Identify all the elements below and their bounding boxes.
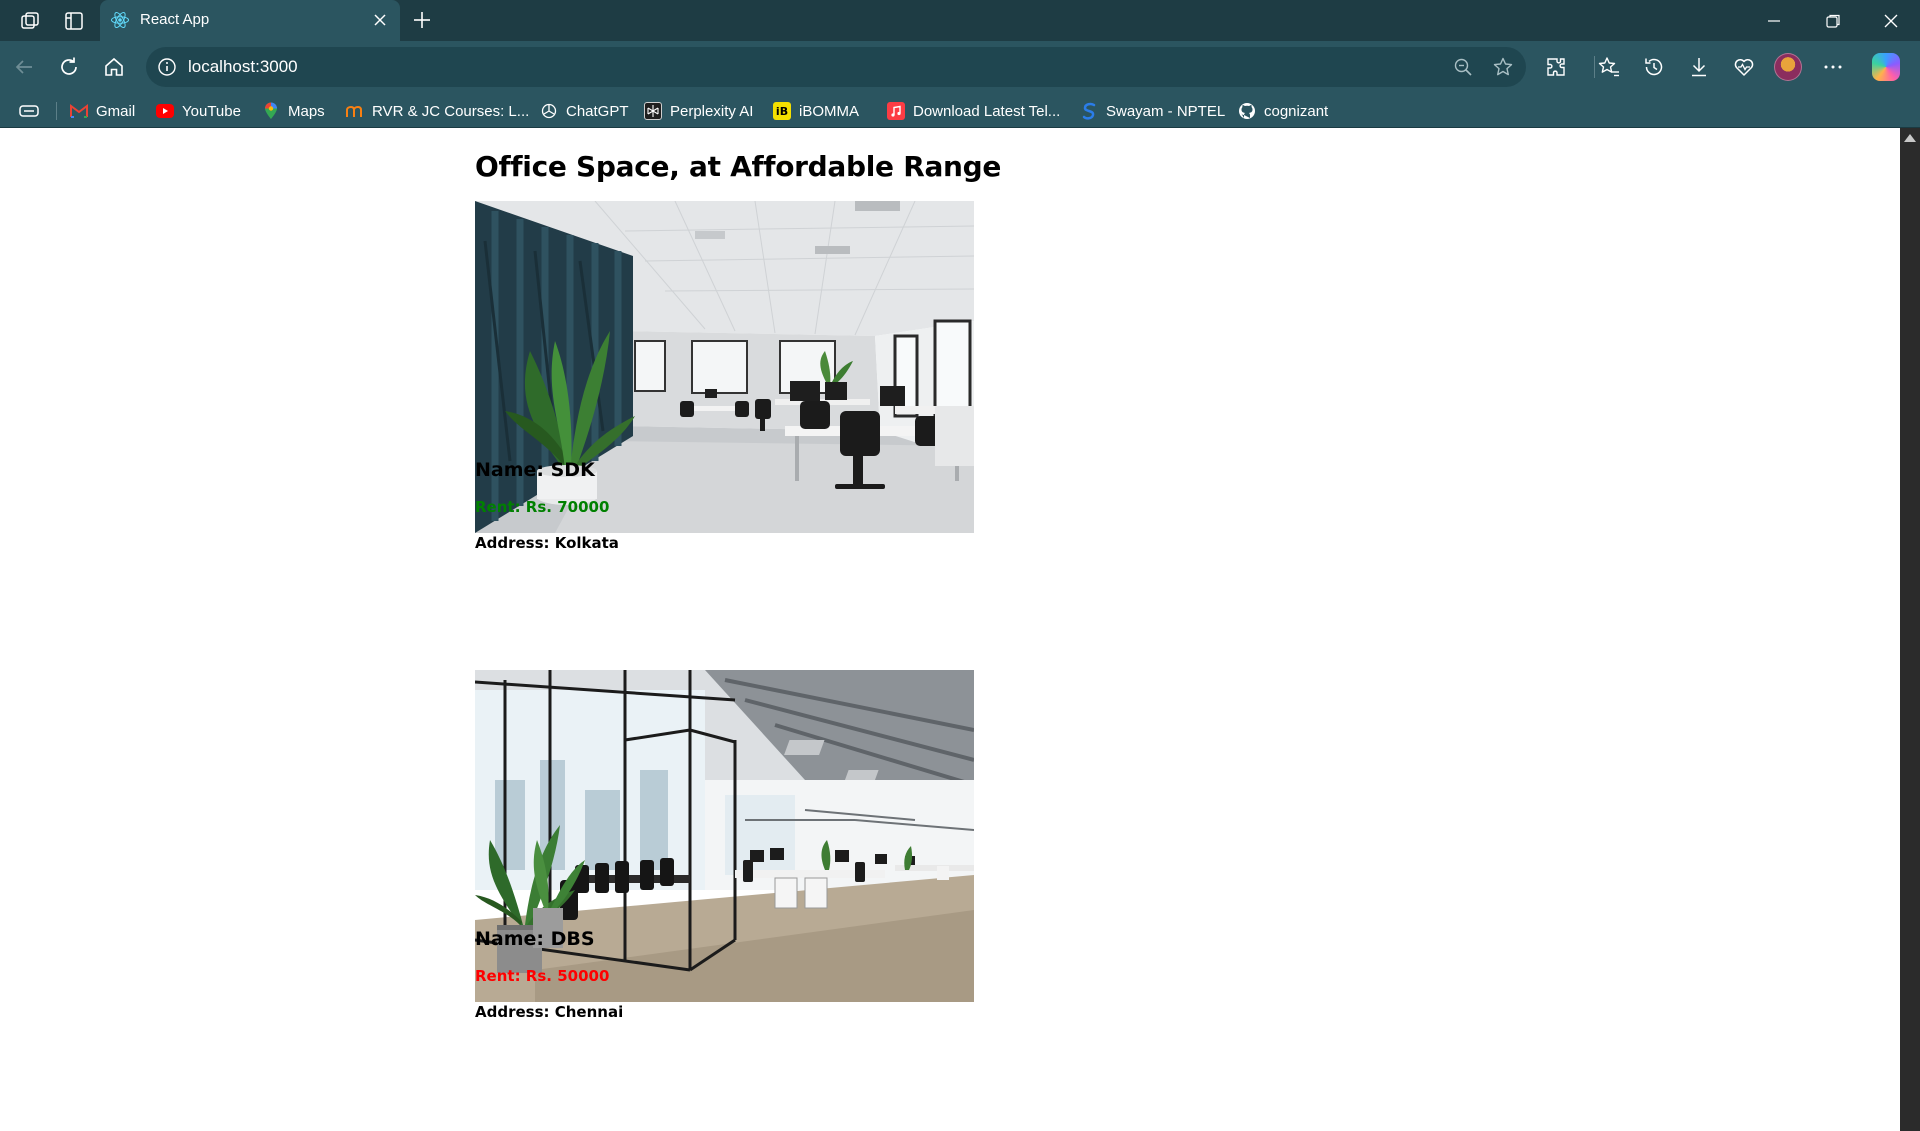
github-icon [1238,102,1256,120]
bookmark-youtube[interactable]: YouTube [156,100,241,122]
vertical-tabs-icon[interactable] [62,9,86,33]
react-icon [110,10,130,30]
workspaces-icon[interactable] [18,9,42,33]
youtube-icon [156,104,174,118]
tab-title: React App [140,11,210,28]
collections-icon[interactable] [18,101,40,121]
bookmark-label: iBOMMA [799,102,859,120]
office-address: Address: Chennai [475,1003,624,1021]
gmail-icon [70,102,88,120]
bookmark-label: Swayam - NPTEL [1106,102,1226,120]
office-address: Address: Kolkata [475,534,619,552]
restore-icon[interactable] [1813,8,1853,34]
maps-icon [262,102,280,120]
office-image [475,670,974,1002]
bookmark-download-latest[interactable]: Download Latest Tel... [887,100,1060,122]
minimize-icon[interactable] [1754,8,1794,34]
bookmark-chatgpt[interactable]: ChatGPT [540,100,629,122]
scrollbar-track[interactable] [1903,148,1917,1128]
more-options-icon[interactable] [1820,54,1846,80]
copilot-icon[interactable] [1872,53,1900,81]
bookmark-swayam[interactable]: Swayam - NPTEL [1080,100,1225,122]
office-rent: Rent: Rs. 50000 [475,967,610,985]
new-tab-icon[interactable] [410,8,434,32]
page-heading: Office Space, at Affordable Range [475,150,1002,183]
bookmark-label: Maps [288,102,325,120]
bookmark-label: cognizant [1264,102,1329,120]
office-name: Name: SDK [475,459,595,481]
office-name: Name: DBS [475,928,595,950]
bookmark-maps[interactable]: Maps [262,100,325,122]
page-viewport: Office Space, at Affordable Range Name: … [0,128,1900,1131]
perplexity-icon [644,102,662,120]
zoom-icon[interactable] [1452,56,1474,78]
favorite-star-icon[interactable] [1492,56,1514,78]
scroll-up-arrow-icon[interactable] [1904,134,1916,142]
swayam-icon [1080,102,1098,120]
url-text[interactable]: localhost:3000 [188,57,298,77]
back-icon[interactable] [11,54,37,80]
vertical-scrollbar[interactable] [1900,128,1920,1131]
office-image [475,201,974,533]
bookmarks-divider [56,102,57,120]
bookmark-label: ChatGPT [566,102,629,120]
close-tab-icon[interactable] [370,10,390,30]
bookmark-gmail[interactable]: Gmail [70,100,135,122]
toolbar-divider [1594,56,1595,78]
bookmark-label: Perplexity AI [670,102,754,120]
music-icon [887,102,905,120]
bookmark-cognizant[interactable]: cognizant [1238,100,1328,122]
bookmark-label: RVR & JC Courses: L... [372,102,530,120]
browser-tab[interactable]: React App [100,0,400,41]
refresh-icon[interactable] [56,54,82,80]
bookmark-perplexity[interactable]: Perplexity AI [644,100,753,122]
profile-avatar[interactable] [1774,53,1802,81]
browser-titlebar: React App [0,0,1920,41]
bookmark-label: Download Latest Tel... [913,102,1061,120]
address-bar[interactable]: localhost:3000 [146,47,1526,87]
ibomma-icon: iB [773,102,791,120]
browser-toolbar: localhost:3000 [0,41,1920,93]
bookmark-label: YouTube [182,102,241,120]
extensions-icon[interactable] [1543,54,1569,80]
bookmark-ibomma[interactable]: iB iBOMMA [773,100,859,122]
home-icon[interactable] [101,54,127,80]
site-info-icon[interactable] [156,56,178,78]
bookmarks-bar: Gmail YouTube Maps RVR & JC Courses: L..… [0,93,1920,128]
bookmark-rvr-courses[interactable]: RVR & JC Courses: L... [346,100,529,122]
favorites-icon[interactable] [1596,54,1622,80]
browser-essentials-icon[interactable] [1731,54,1757,80]
downloads-icon[interactable] [1686,54,1712,80]
chatgpt-icon [540,102,558,120]
moodle-icon [346,102,364,120]
history-icon[interactable] [1641,54,1667,80]
office-rent: Rent: Rs. 70000 [475,498,610,516]
bookmark-label: Gmail [96,102,136,120]
close-window-icon[interactable] [1871,8,1911,34]
